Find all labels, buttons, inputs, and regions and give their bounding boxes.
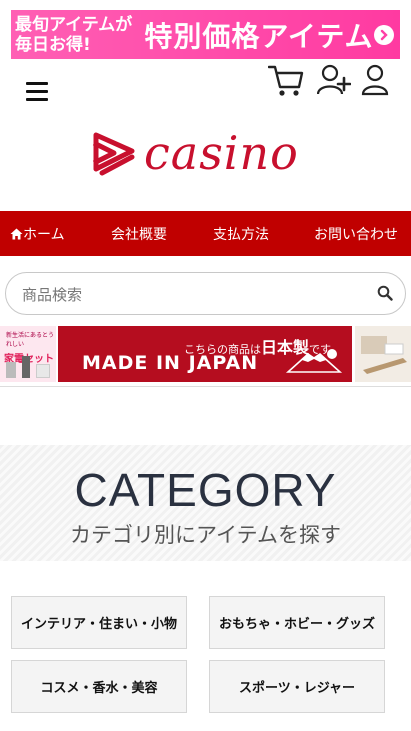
cart-icon[interactable] — [267, 64, 304, 102]
category-sports[interactable]: スポーツ・レジャー — [209, 660, 385, 713]
nav-company[interactable]: 会社概要 — [111, 224, 167, 244]
add-user-icon[interactable] — [316, 64, 352, 100]
search-bar — [5, 272, 406, 315]
nav-home[interactable]: ホーム — [10, 224, 65, 244]
banner-appliance-set[interactable]: 新生活にあるとうれしい 家電セット — [0, 326, 56, 382]
promo-line2: 毎日お得! — [15, 34, 91, 55]
logo-text: casino — [144, 126, 299, 180]
promo-small-text: 最旬アイテムが 毎日お得! — [15, 15, 132, 55]
category-subtitle: カテゴリ別にアイテムを探す — [70, 523, 341, 547]
category-title: CATEGORY — [74, 464, 337, 516]
home-icon — [10, 228, 23, 239]
nav-contact[interactable]: お問い合わせ — [314, 224, 398, 244]
category-toys-hobby[interactable]: おもちゃ・ホビー・グッズ — [209, 596, 385, 649]
nav-home-label: ホーム — [23, 226, 65, 243]
search-input[interactable] — [20, 283, 364, 307]
appliance-image — [22, 356, 30, 378]
promo-line1: 最旬アイテムが — [15, 14, 133, 35]
banner-carousel: 新生活にあるとうれしい 家電セット こちらの商品は日本製です。 MADE IN … — [0, 326, 411, 382]
logo-mark-icon — [92, 132, 135, 176]
user-icon[interactable] — [361, 64, 389, 100]
hamburger-icon[interactable] — [26, 82, 48, 102]
category-cosmetics[interactable]: コスメ・香水・美容 — [11, 660, 187, 713]
appliance-image — [6, 362, 16, 378]
mount-fuji-icon — [285, 349, 343, 373]
category-interior[interactable]: インテリア・住まい・小物 — [11, 596, 187, 649]
nav-payment[interactable]: 支払方法 — [213, 224, 269, 244]
appliance-image — [36, 364, 50, 378]
main-nav: ホーム 会社概要 支払方法 お問い合わせ — [0, 211, 411, 256]
search-icon[interactable] — [377, 285, 393, 305]
banner-made-in-japan[interactable]: こちらの商品は日本製です。 MADE IN JAPAN — [58, 326, 352, 382]
site-logo[interactable]: casino — [92, 128, 299, 178]
section-divider — [0, 386, 411, 387]
category-header: CATEGORY カテゴリ別にアイテムを探す — [0, 445, 411, 561]
banner-desk-product[interactable] — [355, 326, 411, 382]
banner-left-line1: 新生活にあるとうれしい — [6, 332, 55, 348]
chevron-right-icon — [374, 25, 394, 45]
promo-banner[interactable]: 最旬アイテムが 毎日お得! 特別価格アイテム — [11, 10, 400, 59]
banner-main-headline: MADE IN JAPAN — [82, 352, 259, 374]
product-image — [361, 336, 407, 374]
promo-headline: 特別価格アイテム — [144, 19, 374, 53]
